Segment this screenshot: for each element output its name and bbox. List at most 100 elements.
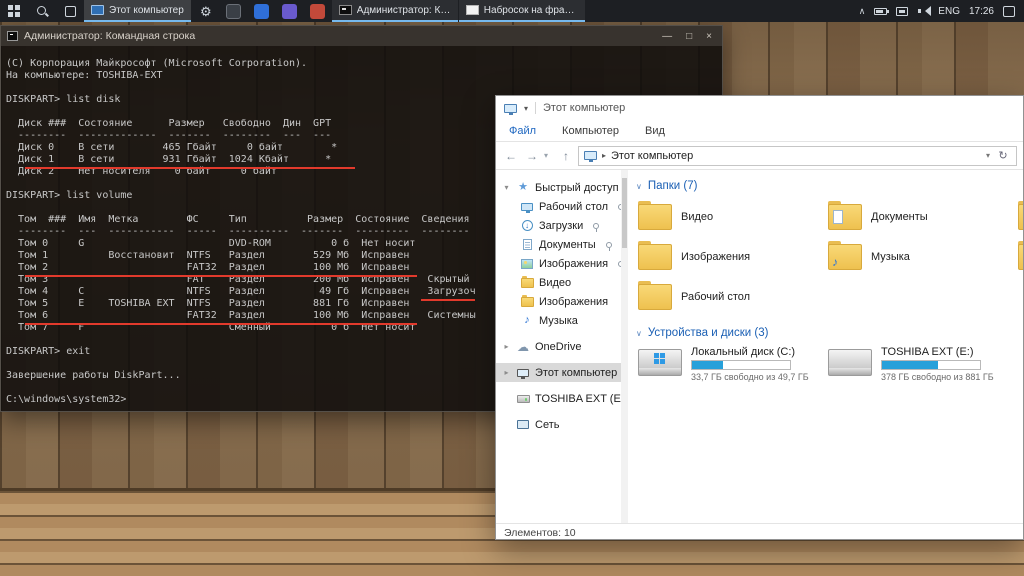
sidebar-item-onedrive[interactable]: ▸ ☁ OneDrive [496,337,628,356]
sidebar-item-pictures[interactable]: Изображения [496,254,628,273]
pinned-app-2[interactable] [248,0,276,22]
pinned-app-1[interactable] [220,0,248,22]
drives-grid: Локальный диск (C:) 33,7 ГБ свободно из … [634,344,1023,396]
clock[interactable]: 17:26 [969,6,994,17]
music-note-glyph: ♪ [832,256,838,268]
folder-tile-desktop[interactable]: Рабочий стол [634,277,824,317]
group-header-folders[interactable]: ∨ Папки (7) [636,180,1023,192]
pinned-app-4[interactable] [304,0,332,22]
quick-access-toolbar-icon[interactable]: ▾ [524,104,528,113]
sketch-app-icon [466,5,479,15]
recent-locations-icon[interactable]: ▾ [544,151,554,160]
start-button[interactable] [0,0,28,22]
folder-tile-documents[interactable]: Документы [824,197,1014,237]
network-icon[interactable] [896,7,908,16]
sidebar-label-pictures-folder: Изображения [539,296,608,308]
sidebar-item-documents[interactable]: Документы [496,235,628,254]
pinned-app-2-icon [254,4,269,19]
back-button[interactable]: ← [502,149,520,163]
forward-button[interactable]: → [523,149,541,163]
sidebar-label-pictures: Изображения [539,258,608,270]
folder-label: Изображения [681,251,750,263]
search-button[interactable] [28,0,56,22]
action-center-icon[interactable] [1003,6,1015,17]
sidebar-item-toshiba-ext[interactable]: TOSHIBA EXT (E:) [496,389,628,408]
sidebar-scrollbar[interactable] [621,170,628,523]
drive-name: Локальный диск (C:) [691,346,809,358]
task-view-icon [65,6,76,17]
folder-tile-music[interactable]: ♪ Музыка [824,237,1014,277]
annotation-underline-volume2 [25,275,417,277]
group-header-devices[interactable]: ∨ Устройства и диски (3) [636,327,1023,339]
sidebar-item-quick-access[interactable]: ▾ ★ Быстрый доступ [496,178,628,197]
folder-label: Музыка [871,251,910,263]
collapse-group-icon[interactable]: ∨ [636,329,642,338]
scrollbar-thumb[interactable] [622,178,627,248]
system-tray: ∧ ENG 17:26 [850,0,1024,22]
gear-icon: ⚙ [200,5,212,18]
folder-tile-partial[interactable] [1014,197,1023,237]
desktop-icon [521,203,533,211]
sidebar-item-downloads[interactable]: ↓ Загрузки [496,216,628,235]
pictures-icon [521,259,533,269]
taskbar-button-cmd[interactable]: Администратор: Ко... [332,0,458,22]
folder-icon: ♪ [828,244,862,270]
tray-expand-icon[interactable]: ∧ [859,6,866,17]
folder-icon [638,204,672,230]
explorer-window: ▾ Этот компьютер Файл Компьютер Вид ← → … [495,95,1024,540]
explorer-titlebar[interactable]: ▾ Этот компьютер [496,96,1023,120]
annotation-underline-volume6 [25,323,417,325]
sidebar-item-this-pc[interactable]: ▸ Этот компьютер [496,363,628,382]
cmd-close-button[interactable]: × [706,31,712,42]
chevron-right-icon[interactable]: ▸ [502,368,511,377]
sidebar-item-pictures-folder[interactable]: Изображения [496,292,628,311]
address-input[interactable]: ▸ Этот компьютер ▾ ↻ [578,146,1017,166]
address-path: Этот компьютер [611,150,981,162]
cmd-app-icon [339,5,352,15]
pinned-app-4-icon [310,4,325,19]
volume-icon[interactable] [917,6,929,16]
language-indicator[interactable]: ENG [938,6,960,17]
task-view-button[interactable] [56,0,84,22]
cmd-maximize-button[interactable]: □ [686,31,692,42]
folder-icon [1018,204,1023,230]
cmd-titlebar[interactable]: Администратор: Командная строка — □ × [1,26,722,46]
sidebar-label-desktop: Рабочий стол [539,201,608,213]
sidebar-item-desktop[interactable]: Рабочий стол [496,197,628,216]
tab-view[interactable]: Вид [632,120,678,141]
sidebar-item-music[interactable]: ♪ Музыка [496,311,628,330]
sidebar-item-network[interactable]: Сеть [496,415,628,434]
address-dropdown-icon[interactable]: ▾ [986,151,990,160]
file-list-pane: ∨ Папки (7) Видео Документы Изображения [628,170,1023,523]
settings-button[interactable]: ⚙ [192,0,220,22]
chevron-right-icon[interactable]: ▸ [502,342,511,351]
collapse-group-icon[interactable]: ∨ [636,182,642,191]
battery-icon[interactable] [874,8,887,15]
taskbar-button-explorer[interactable]: Этот компьютер [84,0,191,22]
sidebar-item-videos[interactable]: Видео [496,273,628,292]
folder-tile-videos[interactable]: Видео [634,197,824,237]
taskbar-button-sketch[interactable]: Набросок на фрагм... [459,0,585,22]
chevron-down-icon[interactable]: ▾ [502,183,511,192]
up-button[interactable]: ↑ [557,149,575,163]
pinned-app-3[interactable] [276,0,304,22]
drive-tile-c[interactable]: Локальный диск (C:) 33,7 ГБ свободно из … [634,344,824,396]
drive-name: TOSHIBA EXT (E:) [881,346,994,358]
drive-tile-toshiba[interactable]: TOSHIBA EXT (E:) 378 ГБ свободно из 881 … [824,344,1014,396]
cmd-minimize-button[interactable]: — [662,31,672,42]
drive-info: TOSHIBA EXT (E:) 378 ГБ свободно из 881 … [881,346,994,394]
tab-file[interactable]: Файл [496,120,549,141]
sidebar-label-documents: Документы [539,239,596,251]
explorer-ribbon-tabs: Файл Компьютер Вид [496,120,1023,142]
taskbar-button-explorer-label: Этот компьютер [109,5,184,16]
search-icon [36,5,49,18]
folder-tile-partial[interactable] [1014,237,1023,277]
drive-free-space: 33,7 ГБ свободно из 49,7 ГБ [691,372,809,382]
tab-computer[interactable]: Компьютер [549,120,632,141]
refresh-icon[interactable]: ↻ [995,149,1011,162]
taskbar-button-cmd-label: Администратор: Ко... [357,5,451,16]
folder-tile-pictures[interactable]: Изображения [634,237,824,277]
sidebar-label-videos: Видео [539,277,571,289]
address-chevron-icon[interactable]: ▸ [602,151,606,160]
folder-label: Рабочий стол [681,291,750,303]
